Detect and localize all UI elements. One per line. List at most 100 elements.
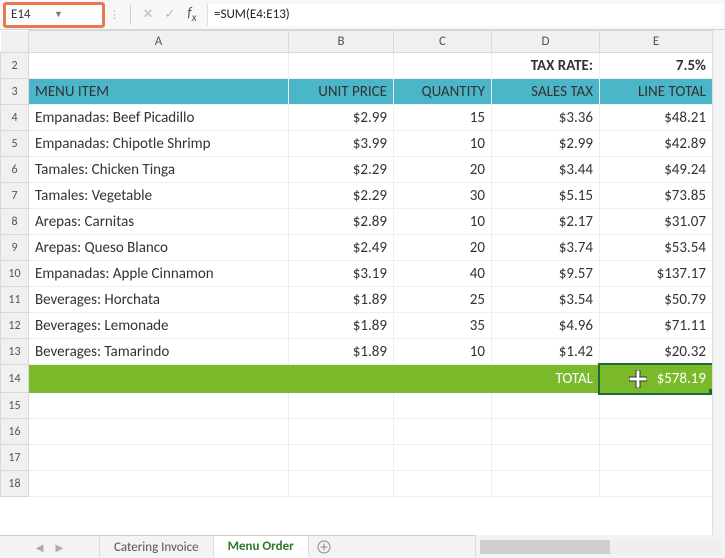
tax-rate-label[interactable]: TAX RATE: xyxy=(492,53,600,79)
sheet-tab[interactable]: Menu Order xyxy=(214,536,309,558)
row-header[interactable]: 5 xyxy=(1,131,29,157)
col-header-A[interactable]: A xyxy=(29,31,289,53)
cell[interactable] xyxy=(289,393,394,419)
cell[interactable] xyxy=(394,471,492,497)
add-sheet-button[interactable] xyxy=(309,536,339,558)
cell[interactable] xyxy=(29,445,289,471)
cell-C2[interactable] xyxy=(394,53,492,79)
cell[interactable] xyxy=(29,419,289,445)
cell-qty[interactable]: 10 xyxy=(394,131,492,157)
cell[interactable] xyxy=(600,471,713,497)
row-header[interactable]: 14 xyxy=(1,365,29,393)
cell-qty[interactable]: 25 xyxy=(394,287,492,313)
cell[interactable] xyxy=(394,445,492,471)
cell[interactable] xyxy=(289,419,394,445)
cell-price[interactable]: $3.99 xyxy=(289,131,394,157)
cell-total[interactable]: $50.79 xyxy=(600,287,713,313)
row-header[interactable]: 17 xyxy=(1,445,29,471)
total-label[interactable]: TOTAL xyxy=(492,365,600,393)
cell-price[interactable]: $2.49 xyxy=(289,235,394,261)
cell-item[interactable]: Beverages: Tamarindo xyxy=(29,339,289,365)
cell-tax[interactable]: $2.17 xyxy=(492,209,600,235)
col-header-tax[interactable]: SALES TAX xyxy=(492,79,600,105)
col-header-qty[interactable]: QUANTITY xyxy=(394,79,492,105)
cell-tax[interactable]: $4.96 xyxy=(492,313,600,339)
vertical-scrollbar[interactable] xyxy=(712,30,725,535)
cancel-icon[interactable]: ✕ xyxy=(137,7,159,22)
col-header-D[interactable]: D xyxy=(492,31,600,53)
cell-tax[interactable]: $5.15 xyxy=(492,183,600,209)
cell-total[interactable]: $53.54 xyxy=(600,235,713,261)
cell-item[interactable]: Beverages: Horchata xyxy=(29,287,289,313)
total-value-cell[interactable]: $578.19 xyxy=(600,365,713,393)
cell[interactable] xyxy=(29,393,289,419)
tab-nav-buttons[interactable]: ◀ ▶ xyxy=(0,536,100,558)
cell-qty[interactable]: 15 xyxy=(394,105,492,131)
cell[interactable] xyxy=(600,419,713,445)
select-all-corner[interactable] xyxy=(1,31,29,53)
cell-price[interactable]: $2.99 xyxy=(289,105,394,131)
cell-tax[interactable]: $3.44 xyxy=(492,157,600,183)
row-header[interactable]: 10 xyxy=(1,261,29,287)
cell[interactable] xyxy=(600,393,713,419)
cell-tax[interactable]: $9.57 xyxy=(492,261,600,287)
cell[interactable] xyxy=(492,419,600,445)
cell-total[interactable]: $137.17 xyxy=(600,261,713,287)
cell-item[interactable]: Empanadas: Chipotle Shrimp xyxy=(29,131,289,157)
cell-item[interactable]: Beverages: Lemonade xyxy=(29,313,289,339)
row-header[interactable]: 3 xyxy=(1,79,29,105)
cell-price[interactable]: $3.19 xyxy=(289,261,394,287)
cell-total[interactable]: $42.89 xyxy=(600,131,713,157)
fx-icon[interactable]: fx xyxy=(181,4,203,25)
cell-item[interactable]: Arepas: Carnitas xyxy=(29,209,289,235)
col-header-total[interactable]: LINE TOTAL xyxy=(600,79,713,105)
row-header[interactable]: 8 xyxy=(1,209,29,235)
cell-A2[interactable] xyxy=(29,53,289,79)
cell[interactable] xyxy=(492,471,600,497)
cell-tax[interactable]: $2.99 xyxy=(492,131,600,157)
formula-input[interactable]: =SUM(E4:E13) xyxy=(207,4,722,26)
cell-price[interactable]: $2.29 xyxy=(289,183,394,209)
cell-B2[interactable] xyxy=(289,53,394,79)
cell[interactable] xyxy=(29,471,289,497)
col-header-E[interactable]: E xyxy=(600,31,713,53)
cell-qty[interactable]: 35 xyxy=(394,313,492,339)
cell[interactable] xyxy=(394,393,492,419)
cell-tax[interactable]: $3.36 xyxy=(492,105,600,131)
cell-qty[interactable]: 40 xyxy=(394,261,492,287)
cell-price[interactable]: $1.89 xyxy=(289,287,394,313)
cell-B14[interactable] xyxy=(289,365,394,393)
row-header[interactable]: 7 xyxy=(1,183,29,209)
row-header[interactable]: 9 xyxy=(1,235,29,261)
enter-icon[interactable]: ✓ xyxy=(159,7,181,22)
row-header[interactable]: 13 xyxy=(1,339,29,365)
cell-total[interactable]: $48.21 xyxy=(600,105,713,131)
row-header[interactable]: 18 xyxy=(1,471,29,497)
scrollbar-thumb[interactable] xyxy=(480,540,610,554)
cell-qty[interactable]: 10 xyxy=(394,339,492,365)
cell[interactable] xyxy=(289,471,394,497)
cell-item[interactable]: Tamales: Vegetable xyxy=(29,183,289,209)
tab-nav-next-icon[interactable]: ▶ xyxy=(56,541,64,554)
cell-price[interactable]: $2.29 xyxy=(289,157,394,183)
cell-A14[interactable] xyxy=(29,365,289,393)
cell-price[interactable]: $2.89 xyxy=(289,209,394,235)
cell-qty[interactable]: 10 xyxy=(394,209,492,235)
row-header[interactable]: 4 xyxy=(1,105,29,131)
row-header[interactable]: 12 xyxy=(1,313,29,339)
cell-price[interactable]: $1.89 xyxy=(289,313,394,339)
cell-item[interactable]: Empanadas: Beef Picadillo xyxy=(29,105,289,131)
cell[interactable] xyxy=(492,393,600,419)
cell-total[interactable]: $71.11 xyxy=(600,313,713,339)
cell[interactable] xyxy=(600,445,713,471)
tab-nav-prev-icon[interactable]: ◀ xyxy=(36,541,44,554)
col-header-C[interactable]: C xyxy=(394,31,492,53)
row-header[interactable]: 6 xyxy=(1,157,29,183)
col-header-B[interactable]: B xyxy=(289,31,394,53)
cell[interactable] xyxy=(289,445,394,471)
cell[interactable] xyxy=(492,445,600,471)
cell-tax[interactable]: $1.42 xyxy=(492,339,600,365)
col-header-item[interactable]: MENU ITEM xyxy=(29,79,289,105)
cell-total[interactable]: $20.32 xyxy=(600,339,713,365)
cell-C14[interactable] xyxy=(394,365,492,393)
